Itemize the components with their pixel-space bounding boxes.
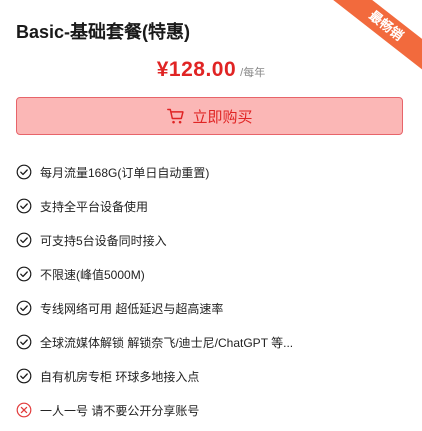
feature-item: 支持全平台设备使用: [16, 189, 293, 223]
feature-text: 不限速(峰值5000M): [40, 267, 145, 282]
check-circle-icon: [16, 232, 32, 248]
buy-now-button[interactable]: 立即购买: [16, 97, 403, 135]
feature-text: 每月流量168G(订单日自动重置): [40, 165, 210, 180]
check-circle-icon: [16, 300, 32, 316]
feature-text: 支持全平台设备使用: [40, 199, 149, 214]
feature-list: 每月流量168G(订单日自动重置) 支持全平台设备使用可支持5台设备同时接入 不限速…: [16, 155, 293, 427]
check-circle-icon: [16, 334, 32, 350]
buy-now-label: 立即购买: [192, 108, 253, 126]
feature-item: 自有机房专柜 环球多地接入点: [16, 359, 293, 393]
check-circle-icon: [16, 198, 32, 214]
check-circle-icon: [16, 266, 32, 282]
feature-item: 一人一号 请不要公开分享账号: [16, 393, 293, 427]
feature-text: 一人一号 请不要公开分享账号: [40, 403, 200, 418]
feature-text: 自有机房专柜 环球多地接入点: [40, 369, 200, 384]
feature-item: 专线网络可用 超低延迟与超高速率: [16, 291, 293, 325]
feature-text: 全球流媒体解锁 解锁奈飞/迪士尼/ChatGPT 等...: [40, 335, 294, 350]
feature-item: 每月流量168G(订单日自动重置): [16, 155, 293, 189]
price-unit: /每年: [240, 67, 266, 79]
feature-text: 专线网络可用 超低延迟与超高速率: [40, 301, 224, 316]
feature-item: 不限速(峰值5000M): [16, 257, 293, 291]
cart-icon: [167, 108, 185, 124]
check-circle-icon: [16, 164, 32, 180]
feature-item: 全球流媒体解锁 解锁奈飞/迪士尼/ChatGPT 等...: [16, 325, 293, 359]
price-row: ¥128.00/每年: [0, 58, 422, 82]
check-circle-icon: [16, 368, 32, 384]
plan-price: ¥128.00: [156, 58, 237, 81]
x-circle-icon: [16, 402, 32, 418]
feature-text: 可支持5台设备同时接入: [40, 233, 167, 248]
feature-item: 可支持5台设备同时接入: [16, 223, 293, 257]
plan-card: Basic-基础套餐(特惠) 最畅销 ¥128.00/每年 立即购买 每月流量1…: [0, 0, 422, 431]
plan-title: Basic-基础套餐(特惠): [16, 22, 191, 42]
